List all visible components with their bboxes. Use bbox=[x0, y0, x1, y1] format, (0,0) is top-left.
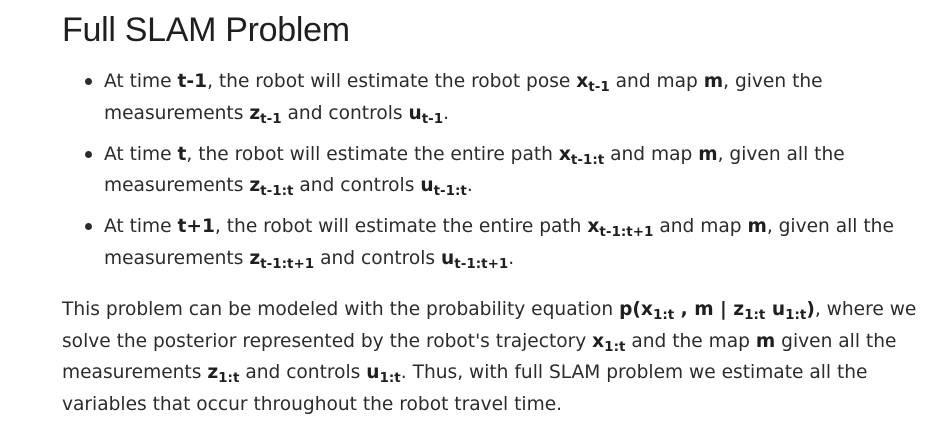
measurement-variable: zt-1 bbox=[249, 102, 282, 127]
path-variable: xt-1:t+1 bbox=[587, 216, 654, 240]
text: and the map bbox=[625, 330, 756, 352]
measurement-variable: zt-1:t+1 bbox=[249, 247, 315, 272]
text: , the robot will estimate the entire pat… bbox=[186, 143, 559, 165]
text: and controls bbox=[239, 362, 367, 383]
pose-variable: xt-1 bbox=[576, 71, 610, 95]
text: and map bbox=[653, 216, 748, 237]
control-variable: u1:t bbox=[366, 362, 401, 386]
text: This problem can be modeled with the pro… bbox=[62, 299, 620, 320]
measurement-variable: zt-1:t bbox=[249, 175, 294, 199]
control-variable: ut-1:t+1 bbox=[441, 247, 509, 272]
text: At time bbox=[104, 143, 178, 165]
list-item: At time t-1, the robot will estimate the… bbox=[62, 66, 922, 129]
explanation-paragraph: This problem can be modeled with the pro… bbox=[62, 294, 927, 420]
time-step: t-1 bbox=[177, 71, 208, 92]
text: and controls bbox=[293, 175, 421, 196]
path-variable: xt-1:t bbox=[558, 143, 605, 168]
time-step: t+1 bbox=[177, 216, 215, 237]
text: . bbox=[466, 175, 473, 196]
text: , the robot will estimate the robot pose bbox=[207, 71, 577, 92]
probability-equation: p(x1:t , m | z1:t u1:t) bbox=[619, 299, 815, 323]
text: . bbox=[443, 102, 450, 124]
measurement-variable: z1:t bbox=[207, 362, 240, 386]
text: At time bbox=[104, 71, 178, 92]
map-variable: m bbox=[703, 71, 724, 92]
text: At time bbox=[104, 216, 178, 237]
page-title: Full SLAM Problem bbox=[62, 11, 350, 49]
text: and controls bbox=[314, 247, 442, 269]
bullet-list: At time t-1, the robot will estimate the… bbox=[62, 66, 922, 284]
map-variable: m bbox=[755, 330, 776, 352]
list-item: At time t+1, the robot will estimate the… bbox=[62, 211, 922, 274]
text: and map bbox=[604, 143, 699, 165]
map-variable: m bbox=[698, 143, 718, 165]
trajectory-variable: x1:t bbox=[592, 330, 626, 355]
text: and controls bbox=[281, 102, 409, 124]
bullet-dot bbox=[85, 223, 92, 230]
control-variable: ut-1:t bbox=[420, 175, 467, 199]
bullet-dot bbox=[85, 150, 92, 158]
map-variable: m bbox=[747, 216, 767, 237]
list-item: At time t, the robot will estimate the e… bbox=[62, 139, 922, 202]
text: , the robot will estimate the entire pat… bbox=[214, 216, 588, 237]
text: and map bbox=[609, 71, 704, 92]
text: . bbox=[508, 247, 515, 269]
bullet-dot bbox=[85, 78, 92, 85]
control-variable: ut-1 bbox=[408, 102, 444, 127]
